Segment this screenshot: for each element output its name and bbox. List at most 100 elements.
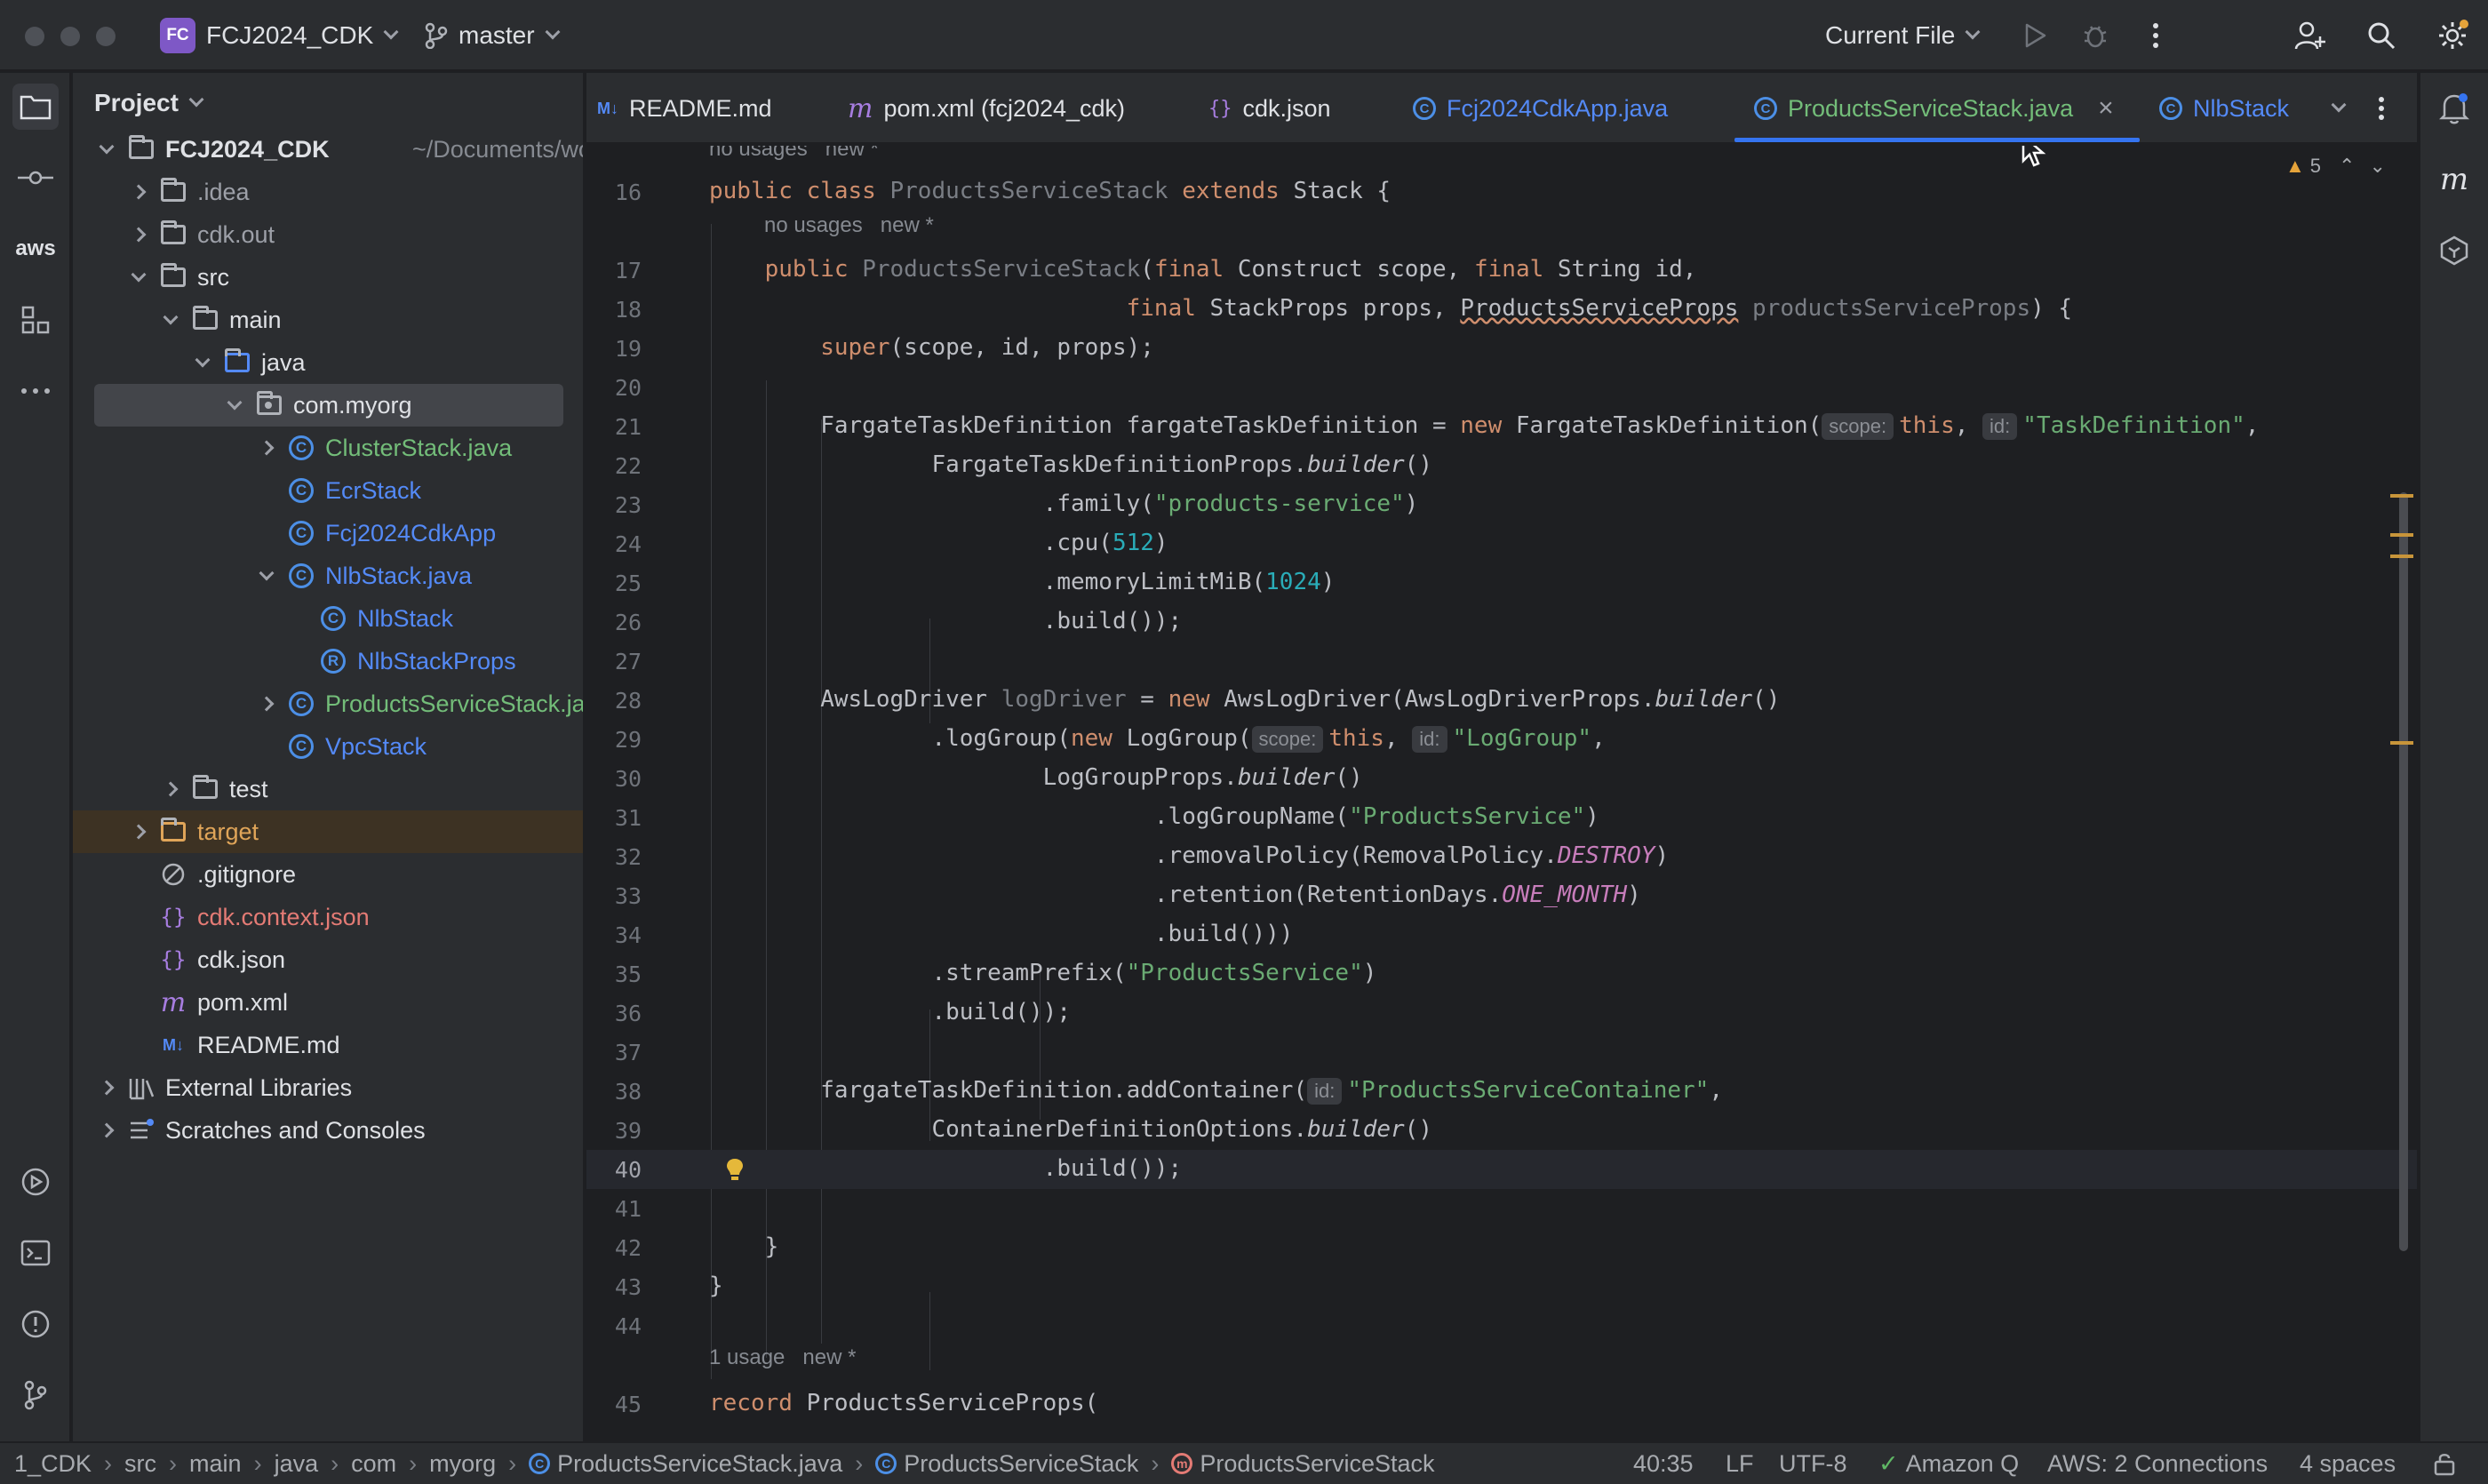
tree-item[interactable]: FCJ2024_CDK ~/Documents/workshop [73,128,583,171]
line-number[interactable]: 31 [586,805,642,831]
code-line[interactable]: 19 super(scope, id, props); [586,329,2417,368]
code-line[interactable]: 17 public ProductsServiceStack(final Con… [586,251,2417,290]
line-number[interactable]: 20 [586,375,642,401]
chevron-down-icon[interactable] [99,139,115,155]
line-number[interactable]: 34 [586,922,642,948]
tree-item[interactable]: target [73,810,583,853]
breadcrumb-item[interactable]: com [351,1450,396,1478]
minimize-window-button[interactable] [60,27,80,46]
code-line[interactable]: 24 .cpu(512) [586,524,2417,563]
warning-marker[interactable] [2390,555,2413,558]
line-number[interactable]: 33 [586,883,642,909]
read-only-lock-icon[interactable] [2433,1443,2456,1484]
tree-item[interactable]: External Libraries [73,1066,583,1109]
code-line[interactable]: 28 AwsLogDriver logDriver = new AwsLogDr… [586,681,2417,720]
code-text[interactable]: .family("products-service") [709,491,1419,517]
terminal-tool-icon[interactable] [12,1230,59,1276]
chevron-down-icon[interactable] [259,565,275,581]
code-text[interactable]: FargateTaskDefinition fargateTaskDefinit… [709,412,2259,440]
inlay-usages-hint[interactable]: 1 usage new * [709,1345,856,1370]
tree-item[interactable]: C NlbStack.java [73,555,583,597]
tree-item[interactable]: M↓ README.md [73,1024,583,1066]
code-text[interactable]: public ProductsServiceStack(final Constr… [709,256,1697,283]
lightbulb-icon[interactable] [725,1157,745,1188]
chevron-down-icon[interactable]: ⌄ [2369,155,2385,178]
branch-switcher[interactable]: master [425,0,561,71]
code-line[interactable]: 23 .family("products-service") [586,485,2417,524]
line-number[interactable]: 25 [586,570,642,596]
more-vertical-icon[interactable] [2138,18,2173,53]
code-line[interactable]: 44 [586,1306,2417,1345]
line-number[interactable]: 30 [586,766,642,792]
code-text[interactable]: FargateTaskDefinitionProps.builder() [709,451,1432,478]
chevron-down-icon[interactable] [131,267,147,283]
line-number[interactable]: 44 [586,1313,642,1339]
tree-item[interactable]: C ProductsServiceStack.java [73,682,583,725]
tree-item[interactable]: .idea [73,171,583,213]
line-separator[interactable]: LF [1726,1443,1754,1484]
chevron-right-icon[interactable] [99,1080,115,1096]
code-text[interactable]: .build()); [709,999,1071,1025]
editor-tab[interactable]: m pom.xml (fcj2024_cdk) [848,73,1125,144]
close-window-button[interactable] [25,27,44,46]
project-tool-icon[interactable] [12,84,59,130]
line-number[interactable]: 35 [586,961,642,987]
line-number[interactable]: 43 [586,1274,642,1300]
breadcrumb-item[interactable]: ProductsServiceStack [1200,1450,1434,1478]
editor-tab[interactable]: {} cdk.json [1208,73,1331,144]
line-number[interactable]: 24 [586,531,642,557]
code-text[interactable]: .build()); [709,608,1183,634]
breadcrumb-item[interactable]: main [189,1450,242,1478]
tree-item[interactable]: C ClusterStack.java [73,427,583,469]
run-icon[interactable] [2017,18,2053,53]
run-configuration-selector[interactable]: Current File [1825,0,1981,71]
problems-tool-icon[interactable] [12,1301,59,1347]
breadcrumb-item[interactable]: ProductsServiceStack [904,1450,1138,1478]
search-icon[interactable] [2364,18,2399,53]
inlay-usages-hint[interactable]: no usages new * [709,146,879,162]
chevron-right-icon[interactable] [131,227,147,243]
line-number[interactable]: 40 [586,1157,642,1183]
line-number[interactable]: 39 [586,1118,642,1144]
code-text[interactable]: ContainerDefinitionOptions.builder() [709,1116,1432,1143]
code-text[interactable]: .cpu(512) [709,530,1168,556]
code-line[interactable]: 16 public class ProductsServiceStack exte… [586,172,2417,211]
line-number[interactable]: 21 [586,414,642,440]
amazon-q-status[interactable]: ✓ Amazon Q [1878,1443,2019,1484]
code-text[interactable]: record ProductsServiceProps( [709,1390,1098,1416]
code-line[interactable]: 45 record ProductsServiceProps( [586,1384,2417,1424]
chevron-right-icon[interactable] [131,824,147,840]
code-text[interactable]: } [709,1233,779,1260]
chevron-down-icon[interactable] [163,309,179,325]
line-number[interactable]: 22 [586,453,642,479]
code-editor[interactable]: no usages new * 16 public class ProductsS… [586,146,2417,1441]
notifications-bell-icon[interactable] [2431,85,2477,132]
code-text[interactable]: final StackProps props, ProductsServiceP… [709,295,2072,322]
code-line[interactable]: 30 LogGroupProps.builder() [586,759,2417,798]
tree-item[interactable]: C Fcj2024CdkApp [73,512,583,555]
file-encoding[interactable]: UTF-8 [1779,1443,1847,1484]
code-text[interactable]: } [709,1273,723,1299]
chevron-right-icon[interactable] [259,696,275,712]
zoom-window-button[interactable] [96,27,116,46]
line-number[interactable]: 29 [586,727,642,753]
settings-gear-icon[interactable] [2435,18,2470,53]
tree-item[interactable]: C NlbStack [73,597,583,640]
code-text[interactable]: .logGroupName("ProductsService") [709,803,1599,830]
tree-item[interactable]: cdk.out [73,213,583,256]
editor-tab[interactable]: M↓ README.md [597,73,772,144]
code-text[interactable]: .logGroup(new LogGroup(scope: this, id: "L… [709,725,1606,753]
line-number[interactable]: 38 [586,1079,642,1105]
structure-tool-icon[interactable] [12,297,59,343]
maven-tool-icon[interactable]: m [2431,156,2477,203]
code-line[interactable]: 29 .logGroup(new LogGroup(scope: this, id… [586,720,2417,759]
tree-item[interactable]: .gitignore [73,853,583,896]
editor-scrollbar[interactable] [2399,492,2408,1251]
commit-tool-icon[interactable] [12,155,59,201]
warning-marker[interactable] [2390,533,2413,537]
git-tool-icon[interactable] [12,1372,59,1418]
project-panel-header[interactable]: Project [94,89,204,117]
editor-tab[interactable]: C NlbStack [2159,73,2289,144]
tree-item[interactable]: Scratches and Consoles [73,1109,583,1152]
line-number[interactable]: 28 [586,688,642,714]
